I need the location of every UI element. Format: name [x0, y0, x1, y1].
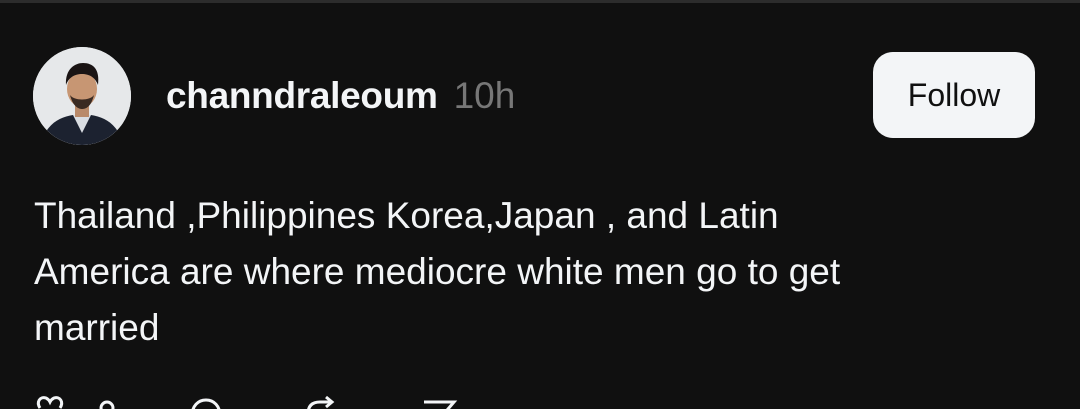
comment-icon[interactable] — [186, 392, 226, 409]
person-icon[interactable] — [92, 392, 122, 409]
post-header: channdraleoum 10h — [166, 75, 515, 117]
post-text: Thailand ,Philippines Korea,Japan , and … — [34, 195, 841, 348]
share-icon[interactable] — [420, 392, 460, 409]
top-divider — [0, 0, 1080, 3]
follow-button[interactable]: Follow — [873, 52, 1035, 138]
avatar[interactable] — [33, 47, 131, 145]
timestamp: 10h — [453, 75, 516, 116]
post-card: channdraleoum 10h Follow Thailand ,Phili… — [0, 0, 1080, 409]
username[interactable]: channdraleoum — [166, 75, 438, 117]
heart-icon[interactable] — [34, 392, 74, 409]
repost-icon[interactable] — [300, 392, 344, 409]
action-bar — [34, 392, 534, 409]
